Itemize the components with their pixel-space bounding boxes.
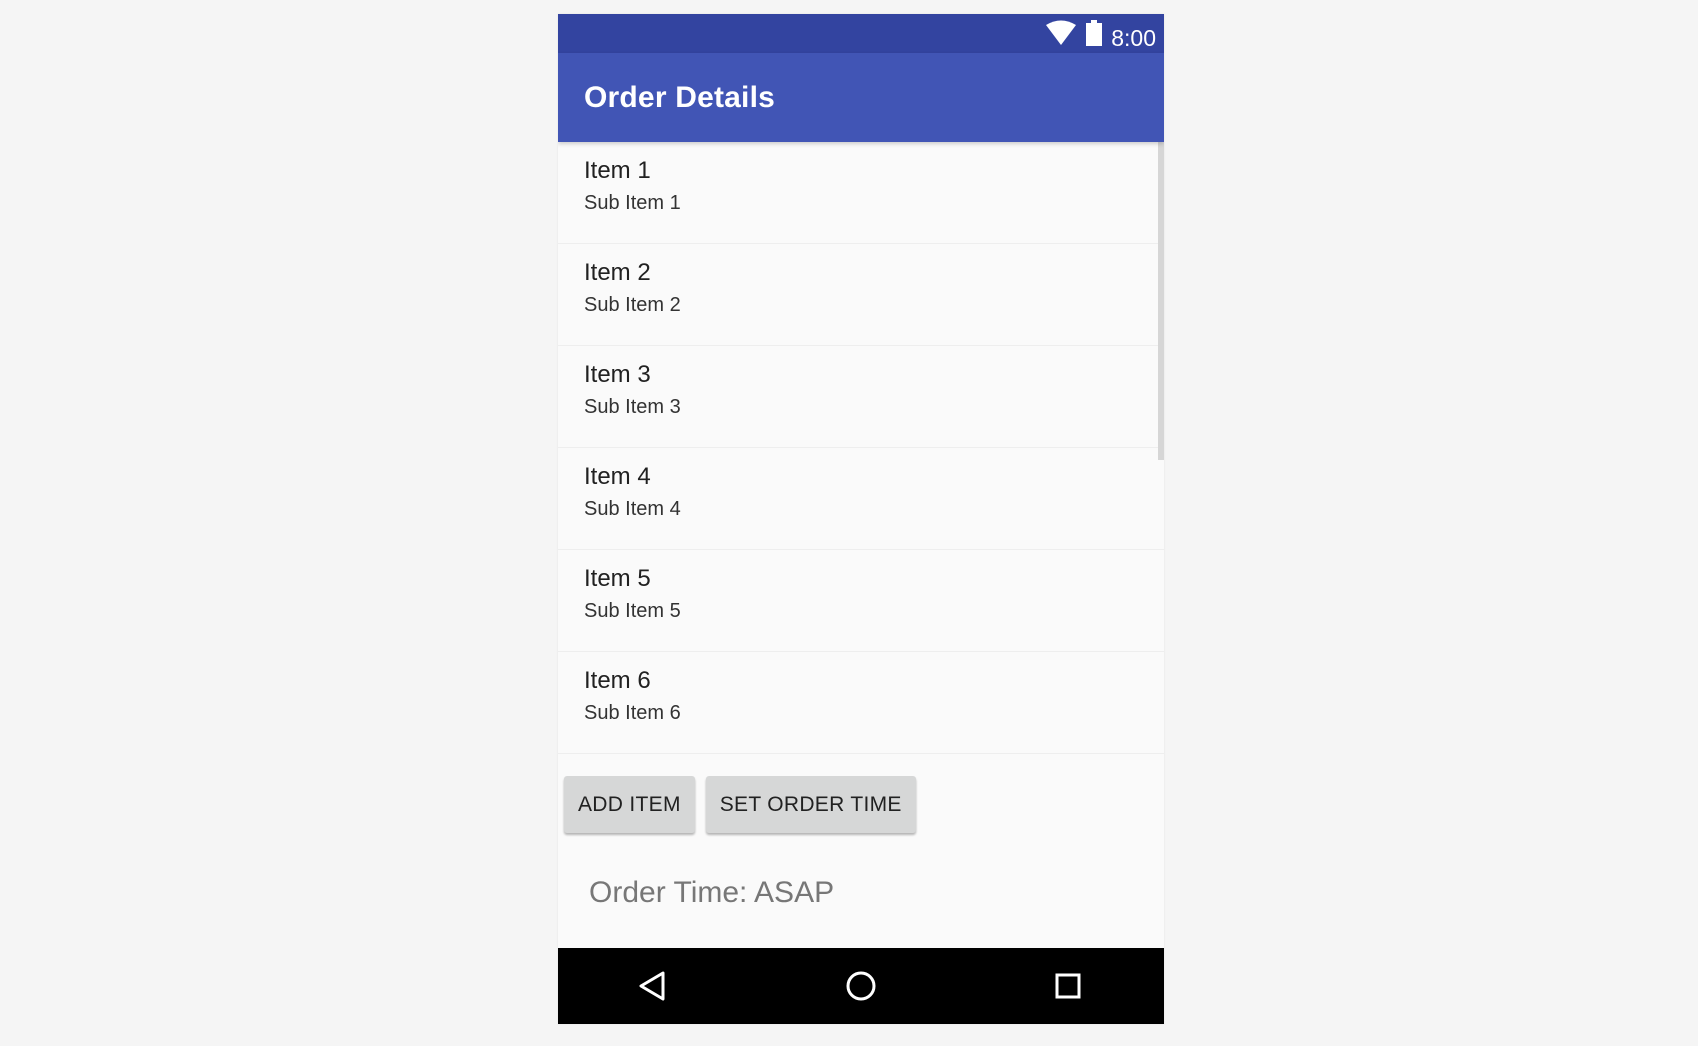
status-time: 8:00 bbox=[1111, 25, 1156, 51]
item-subtitle: Sub Item 3 bbox=[584, 396, 681, 418]
action-buttons: ADD ITEM SET ORDER TIME bbox=[564, 776, 916, 833]
page-title: Order Details bbox=[584, 81, 776, 114]
status-bar: 8:00 bbox=[558, 14, 1164, 53]
app-bar: Order Details bbox=[558, 53, 1164, 142]
list-item[interactable]: Item 4 Sub Item 4 bbox=[558, 448, 1164, 550]
item-title: Item 3 bbox=[584, 361, 651, 388]
list-item[interactable]: Item 6 Sub Item 6 bbox=[558, 652, 1164, 754]
item-subtitle: Sub Item 5 bbox=[584, 600, 681, 622]
add-item-button[interactable]: ADD ITEM bbox=[564, 776, 695, 833]
item-list[interactable]: Item 1 Sub Item 1 Item 2 Sub Item 2 Item… bbox=[558, 142, 1164, 770]
status-icons: 8:00 bbox=[1045, 19, 1156, 51]
phone-screen: 8:00 Order Details Item 1 Sub Item 1 Ite… bbox=[558, 14, 1164, 1024]
item-subtitle: Sub Item 1 bbox=[584, 192, 681, 214]
navigation-bar bbox=[558, 948, 1164, 1024]
home-icon[interactable] bbox=[841, 966, 881, 1006]
back-icon[interactable] bbox=[632, 966, 672, 1006]
list-item[interactable]: Item 1 Sub Item 1 bbox=[558, 142, 1164, 244]
item-title: Item 1 bbox=[584, 157, 651, 184]
item-title: Item 4 bbox=[584, 463, 651, 490]
recents-icon[interactable] bbox=[1048, 966, 1088, 1006]
item-title: Item 5 bbox=[584, 565, 651, 592]
list-item[interactable]: Item 5 Sub Item 5 bbox=[558, 550, 1164, 652]
list-scrollbar[interactable] bbox=[1158, 142, 1164, 460]
list-item[interactable]: Item 3 Sub Item 3 bbox=[558, 346, 1164, 448]
set-order-time-button[interactable]: SET ORDER TIME bbox=[705, 776, 916, 833]
wifi-icon bbox=[1045, 20, 1077, 51]
list-item[interactable]: Item 2 Sub Item 2 bbox=[558, 244, 1164, 346]
item-subtitle: Sub Item 4 bbox=[584, 498, 681, 520]
item-title: Item 2 bbox=[584, 259, 651, 286]
battery-icon bbox=[1085, 19, 1103, 51]
item-subtitle: Sub Item 6 bbox=[584, 702, 681, 724]
item-subtitle: Sub Item 2 bbox=[584, 294, 681, 316]
order-time-label: Order Time: ASAP bbox=[589, 876, 835, 909]
item-title: Item 6 bbox=[584, 667, 651, 694]
